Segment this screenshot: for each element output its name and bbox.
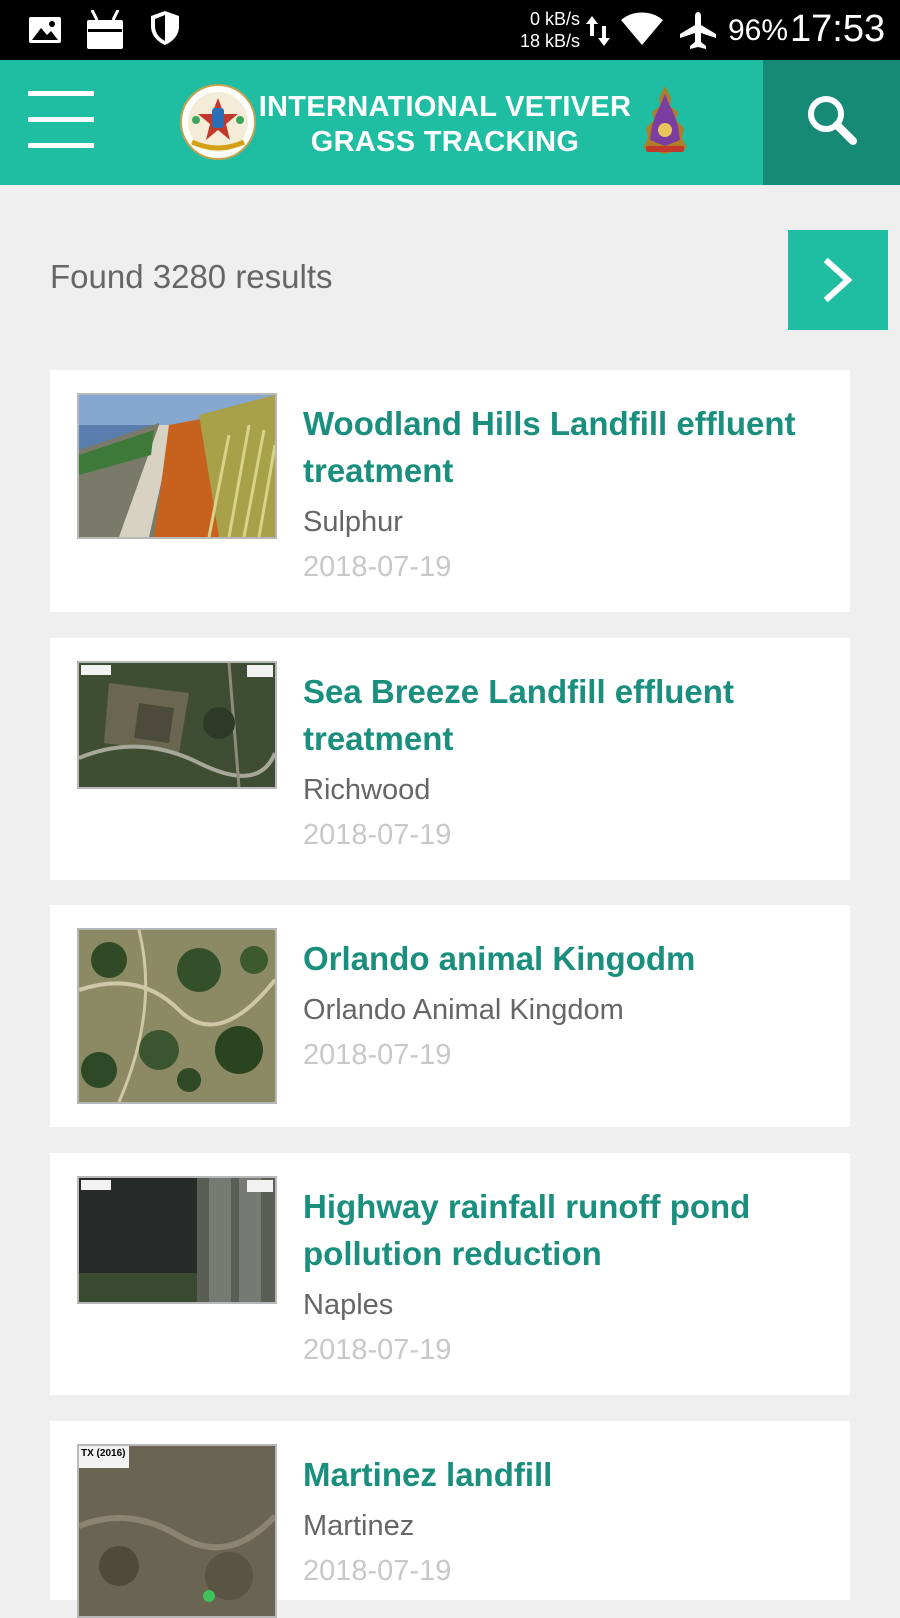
search-button[interactable]	[763, 60, 900, 185]
shield-icon	[150, 10, 180, 51]
thumbnail-caption: TX (2016)	[81, 1448, 126, 1459]
menu-button[interactable]	[28, 90, 96, 150]
result-date: 2018-07-19	[303, 1555, 452, 1587]
clock: 17:53	[790, 8, 886, 50]
emblem-logo-right	[640, 86, 690, 161]
result-date: 2018-07-19	[303, 1039, 452, 1071]
result-thumbnail	[77, 661, 277, 789]
result-thumbnail	[77, 1176, 277, 1304]
airplane-mode-icon	[678, 10, 718, 55]
result-date: 2018-07-19	[303, 1334, 452, 1366]
result-date: 2018-07-19	[303, 551, 452, 583]
app-header: INTERNATIONAL VETIVER GRASS TRACKING	[0, 60, 900, 185]
result-date: 2018-07-19	[303, 819, 452, 851]
result-card[interactable]: Orlando animal Kingodm Orlando Animal Ki…	[50, 905, 850, 1127]
chevron-right-icon	[823, 258, 853, 302]
next-page-button[interactable]	[788, 230, 888, 330]
search-icon	[808, 96, 857, 145]
result-thumbnail: TX (2016)	[77, 1444, 277, 1618]
hamburger-icon	[28, 91, 94, 96]
result-card[interactable]: Woodland Hills Landfill effluent treatme…	[50, 370, 850, 612]
data-transfer-icon	[585, 14, 611, 53]
result-title[interactable]: Sea Breeze Landfill effluent treatment	[303, 668, 823, 762]
upload-speed: 0 kB/s	[529, 9, 580, 29]
wifi-icon	[620, 12, 664, 51]
result-thumbnail	[77, 928, 277, 1104]
result-title[interactable]: Martinez landfill	[303, 1451, 823, 1498]
result-location: Martinez	[303, 1510, 415, 1542]
image-icon	[28, 16, 62, 49]
result-location: Sulphur	[303, 506, 403, 538]
status-bar: 0 kB/s 18 kB/s 96% 17:53	[0, 0, 900, 60]
result-title[interactable]: Orlando animal Kingodm	[303, 935, 823, 982]
result-location: Richwood	[303, 774, 431, 806]
result-location: Orlando Animal Kingdom	[303, 994, 624, 1026]
emblem-logo-left	[180, 84, 256, 165]
app-title: INTERNATIONAL VETIVER GRASS TRACKING	[258, 91, 632, 158]
android-icon	[86, 9, 124, 55]
result-card[interactable]: Highway rainfall runoff pond pollution r…	[50, 1153, 850, 1395]
result-card[interactable]: TX (2016) Martinez landfill Martinez 201…	[50, 1421, 850, 1618]
battery-level: 96%	[728, 14, 789, 47]
download-speed: 18 kB/s	[519, 31, 580, 51]
result-card[interactable]: Sea Breeze Landfill effluent treatment R…	[50, 638, 850, 880]
result-location: Naples	[303, 1289, 394, 1321]
result-thumbnail	[77, 393, 277, 539]
results-count: Found 3280 results	[50, 258, 333, 295]
result-title[interactable]: Woodland Hills Landfill effluent treatme…	[303, 400, 823, 494]
result-title[interactable]: Highway rainfall runoff pond pollution r…	[303, 1183, 823, 1277]
